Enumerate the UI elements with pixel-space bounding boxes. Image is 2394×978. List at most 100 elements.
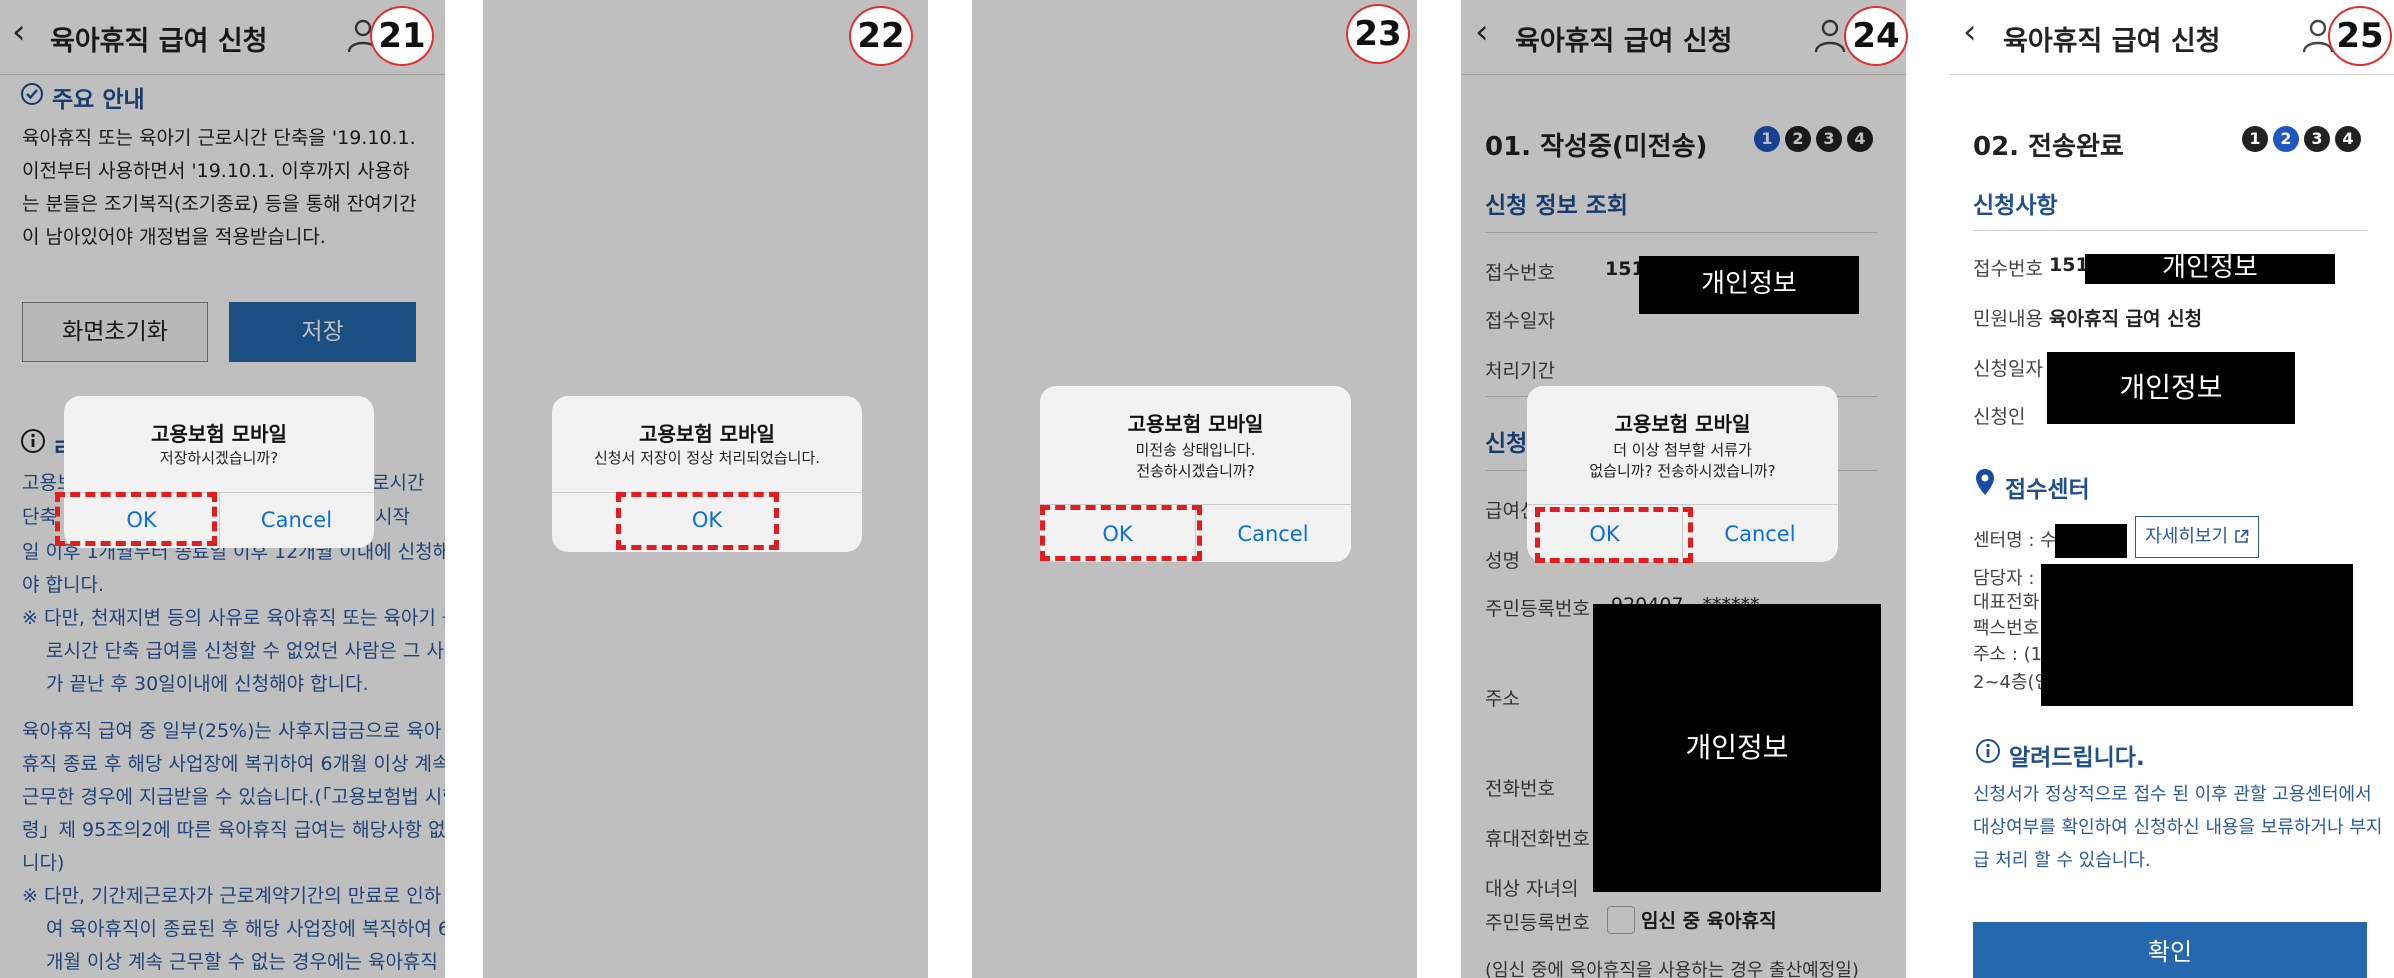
redacted-label: 개인정보	[1701, 269, 1797, 299]
check-circle-icon	[21, 83, 43, 105]
step-dot: 4	[2335, 126, 2361, 152]
notice-text: 신청서가 정상적으로 접수 된 이후 관할 고용센터에서 대상여부를 확인하여 …	[1973, 778, 2383, 877]
page-title: 육아휴직 급여 신청	[50, 26, 268, 57]
notice-line: 신청서가 정상적으로 접수 된 이후 관할 고용센터에서	[1973, 784, 2372, 805]
page-title: 육아휴직 급여 신청	[2003, 26, 2221, 57]
step-badge-24: 24	[1844, 6, 1908, 66]
apply-date-label: 신청일자	[1973, 358, 2043, 380]
dialog-cancel-button[interactable]: Cancel	[1195, 522, 1351, 546]
pregnant-checkbox[interactable]	[1607, 906, 1635, 934]
notice-line: 이 남아있어야 개정법을 적용받습니다.	[22, 226, 326, 248]
redacted-label: 개인정보	[2119, 371, 2223, 404]
phone-label: 전화번호	[1485, 778, 1555, 800]
person-icon[interactable]	[1813, 18, 1847, 54]
panel-21: ‹ 육아휴직 급여 신청 주요 안내 육아휴직 또는 육아기 근로시간 단축을 …	[0, 0, 445, 978]
dialog-title: 고용보험 모바일	[639, 422, 775, 446]
location-pin-icon	[1976, 469, 1994, 495]
step-badge-22: 22	[849, 6, 913, 66]
step-dot: 4	[1847, 126, 1873, 152]
dialog-message: 미전송 상태입니다.	[1135, 441, 1256, 459]
step-indicator: 1234	[2237, 126, 2361, 152]
redacted-block: 개인정보	[2047, 352, 2295, 424]
receipt-no-label: 접수번호	[1485, 262, 1555, 284]
info-line: 여 육아휴직이 종료된 후 해당 사업장에 복직하여 6	[46, 918, 445, 940]
fax-label: 팩스번호	[1973, 618, 2040, 639]
info-line: 근무한 경우에 지급받을 수 있습니다.(「고용보험법 시행	[22, 786, 445, 808]
info-line: 개월 이상 계속 근무할 수 없는 경우에는 육아휴직 사	[46, 951, 445, 973]
notice-line: 는 분들은 조기복직(조기종료) 등을 통해 잔여기간	[22, 193, 417, 215]
period-label: 처리기간	[1485, 360, 1555, 382]
notice-line: 육아휴직 또는 육아기 근로시간 단축을 '19.10.1.	[22, 127, 416, 149]
rrn-label: 주민등록번호	[1485, 598, 1590, 620]
name-label: 성명	[1485, 550, 1520, 572]
floor-label: 2~4층(인	[1973, 672, 2052, 693]
ok-highlight	[616, 492, 779, 550]
info-icon	[1976, 739, 2000, 763]
section-title: 신청사항	[1973, 193, 2058, 219]
redacted-block: 개인정보	[2085, 254, 2335, 284]
child-label: 주민등록번호	[1485, 912, 1590, 934]
header-divider	[1461, 74, 1906, 75]
receipt-date-label: 접수일자	[1485, 310, 1555, 332]
step-badge-23: 23	[1346, 4, 1410, 64]
header-divider	[0, 74, 445, 75]
info-icon	[21, 429, 45, 453]
dialog-title: 고용보험 모바일	[1127, 412, 1264, 436]
child-label: 대상 자녀의	[1485, 878, 1579, 900]
notice-title: 알려드립니다.	[2009, 745, 2145, 771]
receipt-no-value: 151	[2049, 254, 2089, 276]
detail-button[interactable]: 자세히보기	[2135, 516, 2259, 558]
applicant-label: 신청인	[1973, 406, 2026, 428]
ok-highlight	[1535, 507, 1693, 563]
step-dot: 1	[1754, 126, 1780, 152]
redacted-block	[2041, 564, 2353, 706]
screenshot-strip: ‹ 육아휴직 급여 신청 주요 안내 육아휴직 또는 육아기 근로시간 단축을 …	[0, 0, 2394, 978]
status-title: 02. 전송완료	[1973, 132, 2124, 162]
info-text: 단축	[22, 506, 57, 528]
panel-23: 고용보험 모바일 미전송 상태입니다. 전송하시겠습니까? OK Cancel	[972, 0, 1417, 978]
redacted-block: 개인정보	[1593, 604, 1881, 892]
step-badge-21: 21	[370, 6, 434, 66]
step-dot: 3	[2304, 126, 2330, 152]
back-icon[interactable]: ‹	[1475, 12, 1489, 52]
center-name-label: 센터명 : 수	[1973, 530, 2057, 551]
panel-24: ‹ 육아휴직 급여 신청 01. 작성중(미전송) 1234 신청 정보 조회 …	[1461, 0, 1906, 978]
mobile-label: 휴대전화번호	[1485, 828, 1590, 850]
tel-label: 대표전화	[1973, 592, 2040, 613]
section-title: 신청	[1485, 431, 1528, 457]
dialog-message: 저장하시겠습니까?	[159, 449, 279, 467]
save-button[interactable]: 저장	[229, 302, 416, 362]
civil-label: 민원내용	[1973, 308, 2043, 330]
section-divider	[1973, 230, 2367, 231]
info-line: 휴직 종료 후 해당 사업장에 복귀하여 6개월 이상 계속	[22, 753, 445, 775]
ok-highlight	[1040, 505, 1202, 561]
status-title: 01. 작성중(미전송)	[1485, 132, 1708, 162]
dialog-cancel-button[interactable]: Cancel	[1682, 522, 1838, 546]
info-text: 시작	[375, 506, 410, 528]
info-line: ※ 다만, 기간제근로자가 근로계약기간의 만료로 인하	[22, 885, 442, 907]
dialog-message: 없습니까? 전송하시겠습니까?	[1589, 462, 1776, 480]
dialog-cancel-button[interactable]: Cancel	[219, 508, 374, 532]
addr-label: 주소	[1485, 688, 1520, 710]
section-title: 신청 정보 조회	[1485, 193, 1628, 219]
step-badge-25: 25	[2328, 6, 2392, 66]
reset-button[interactable]: 화면초기화	[22, 302, 208, 362]
info-line: 로시간 단축 급여를 신청할 수 없었던 사람은 그 사유	[46, 640, 445, 662]
info-line: 령」제 95조의2에 따른 육아휴직 급여는 해당사항 없습	[22, 819, 445, 841]
bottom-note: (임신 중에 육아휴직을 사용하는 경우 출산예정일)	[1485, 960, 1859, 978]
dialog-title: 고용보험 모바일	[151, 422, 287, 446]
page-title: 육아휴직 급여 신청	[1515, 26, 1733, 57]
info-text: 일 이후 1개월부터 종료일 이후 12개월 이내에 신청해 야 합니다. ※ …	[22, 536, 445, 978]
back-icon[interactable]: ‹	[1963, 12, 1977, 52]
notice-text: 육아휴직 또는 육아기 근로시간 단축을 '19.10.1. 이전부터 사용하면…	[22, 122, 417, 254]
dialog-title: 고용보험 모바일	[1614, 412, 1751, 436]
back-icon[interactable]: ‹	[12, 12, 26, 52]
civil-value: 육아휴직 급여 신청	[2049, 308, 2203, 330]
info-line: 니다)	[22, 852, 65, 874]
confirm-button[interactable]: 확인	[1973, 922, 2367, 978]
detail-button-label: 자세히보기	[2145, 526, 2229, 547]
panel-25: ‹ 육아휴직 급여 신청 02. 전송완료 1234 신청사항 접수번호 151…	[1949, 0, 2394, 978]
notice-line: 대상여부를 확인하여 신청하신 내용을 보류하거나 부지	[1973, 817, 2383, 838]
redacted-block: 개인정보	[1639, 256, 1859, 314]
notice-line: 이전부터 사용하면서 '19.10.1. 이후까지 사용하	[22, 160, 410, 182]
